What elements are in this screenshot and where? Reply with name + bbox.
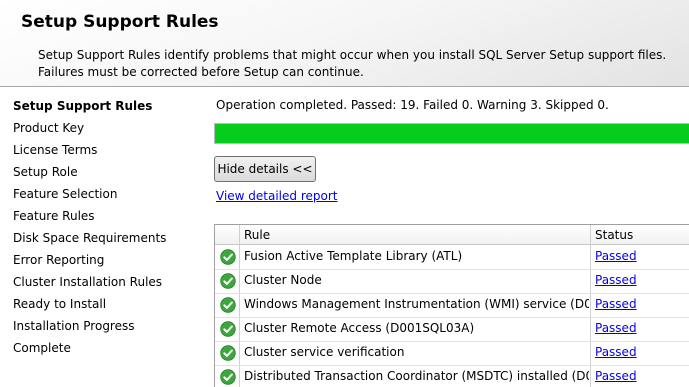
status-link[interactable]: Passed <box>595 321 637 335</box>
table-row[interactable]: Distributed Transaction Coordinator (MSD… <box>215 365 689 387</box>
passed-check-icon <box>220 369 236 385</box>
page-title: Setup Support Rules <box>21 12 219 32</box>
sidebar-item-cluster-installation-rules[interactable]: Cluster Installation Rules <box>13 275 162 289</box>
view-detailed-report-link[interactable]: View detailed report <box>216 189 337 203</box>
table-row[interactable]: Cluster Remote Access (D001SQL03A) Passe… <box>215 317 689 342</box>
rule-name: Cluster Remote Access (D001SQL03A) <box>244 321 475 335</box>
progress-bar-fill <box>215 124 689 143</box>
sidebar-item-product-key[interactable]: Product Key <box>13 121 84 135</box>
table-row[interactable]: Cluster service verification Passed <box>215 341 689 366</box>
rules-grid: Rule Status Fusion Active Template Libra… <box>214 224 689 387</box>
main-panel: Operation completed. Passed: 19. Failed … <box>201 87 689 387</box>
rule-name: Windows Management Instrumentation (WMI)… <box>244 297 589 311</box>
passed-check-icon <box>220 273 236 289</box>
column-header-rule[interactable]: Rule <box>244 228 270 242</box>
status-link[interactable]: Passed <box>595 273 637 287</box>
page-header: Setup Support Rules Setup Support Rules … <box>0 0 689 87</box>
progress-bar <box>214 123 689 144</box>
rule-name: Cluster Node <box>244 273 322 287</box>
sidebar-item-complete[interactable]: Complete <box>13 341 71 355</box>
wizard-steps-sidebar: Setup Support Rules Product Key License … <box>0 87 200 386</box>
sidebar-item-setup-role[interactable]: Setup Role <box>13 165 78 179</box>
status-link[interactable]: Passed <box>595 297 637 311</box>
table-row[interactable]: Cluster Node Passed <box>215 269 689 294</box>
sidebar-item-ready-to-install[interactable]: Ready to Install <box>13 297 106 311</box>
hide-details-button[interactable]: Hide details << <box>214 156 316 182</box>
status-link[interactable]: Passed <box>595 369 637 383</box>
operation-summary: Operation completed. Passed: 19. Failed … <box>216 98 609 112</box>
sidebar-item-license-terms[interactable]: License Terms <box>13 143 97 157</box>
sidebar-item-setup-support-rules[interactable]: Setup Support Rules <box>13 99 152 113</box>
column-header-status[interactable]: Status <box>595 228 633 242</box>
grid-header: Rule Status <box>215 225 689 245</box>
sidebar-item-feature-selection[interactable]: Feature Selection <box>13 187 117 201</box>
table-row[interactable]: Fusion Active Template Library (ATL) Pas… <box>215 245 689 270</box>
rule-name: Distributed Transaction Coordinator (MSD… <box>244 369 589 383</box>
sidebar-item-installation-progress[interactable]: Installation Progress <box>13 319 135 333</box>
sidebar-item-feature-rules[interactable]: Feature Rules <box>13 209 95 223</box>
status-link[interactable]: Passed <box>595 345 637 359</box>
passed-check-icon <box>220 321 236 337</box>
rule-name: Fusion Active Template Library (ATL) <box>244 249 463 263</box>
page-description: Setup Support Rules identify problems th… <box>38 48 667 79</box>
table-row[interactable]: Windows Management Instrumentation (WMI)… <box>215 293 689 318</box>
passed-check-icon <box>220 249 236 265</box>
passed-check-icon <box>220 345 236 361</box>
sidebar-item-error-reporting[interactable]: Error Reporting <box>13 253 104 267</box>
rule-name: Cluster service verification <box>244 345 405 359</box>
status-link[interactable]: Passed <box>595 249 637 263</box>
sidebar-item-disk-space-requirements[interactable]: Disk Space Requirements <box>13 231 166 245</box>
passed-check-icon <box>220 297 236 313</box>
